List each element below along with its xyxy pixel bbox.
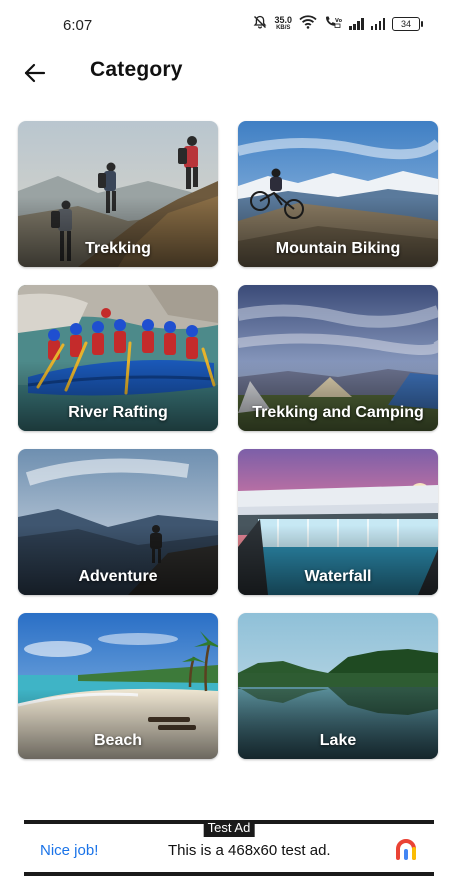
- category-card-lake[interactable]: Lake: [238, 613, 438, 759]
- category-card-trekking-and-camping[interactable]: Trekking and Camping: [238, 285, 438, 431]
- app-bar: Category: [0, 48, 458, 98]
- ad-body: This is a 468x60 test ad.: [168, 842, 331, 859]
- arrow-left-icon: [24, 63, 46, 83]
- network-speed-unit: KB/S: [276, 25, 291, 31]
- mute-bell-icon: [253, 15, 267, 33]
- category-label: Adventure: [78, 568, 158, 585]
- ad-choices-icon[interactable]: [394, 838, 418, 862]
- category-label: Lake: [319, 732, 357, 749]
- signal-icon-sim2: [370, 18, 385, 30]
- category-label: Waterfall: [304, 568, 372, 585]
- battery-level: 34: [400, 19, 411, 29]
- status-bar: 6:07 35.0 KB/S Vo 34: [0, 0, 458, 48]
- network-speed: 35.0 KB/S: [274, 16, 292, 32]
- category-label: Trekking and Camping: [252, 404, 424, 421]
- category-grid: Trekking Mountain Biking River Rafting T…: [18, 121, 438, 759]
- status-icons: 35.0 KB/S Vo 34: [253, 15, 423, 33]
- signal-icon-sim1: [349, 18, 364, 30]
- category-label: Trekking: [85, 240, 151, 257]
- battery-icon: 34: [392, 17, 423, 31]
- ad-headline[interactable]: Nice job!: [40, 842, 98, 859]
- ad-banner[interactable]: Test Ad Nice job! This is a 468x60 test …: [24, 820, 434, 876]
- ad-tag: Test Ad: [203, 820, 255, 837]
- network-speed-value: 35.0: [274, 15, 292, 25]
- svg-text:Vo: Vo: [335, 18, 342, 24]
- wifi-calling-icon: Vo: [324, 15, 343, 33]
- wifi-icon: [299, 15, 317, 33]
- back-button[interactable]: [20, 58, 50, 88]
- category-card-river-rafting[interactable]: River Rafting: [18, 285, 218, 431]
- category-label: Mountain Biking: [275, 240, 401, 257]
- category-card-mountain-biking[interactable]: Mountain Biking: [238, 121, 438, 267]
- category-label: Beach: [93, 732, 143, 749]
- category-label: River Rafting: [68, 404, 168, 421]
- category-card-adventure[interactable]: Adventure: [18, 449, 218, 595]
- status-time: 6:07: [63, 17, 93, 34]
- category-card-waterfall[interactable]: Waterfall: [238, 449, 438, 595]
- category-card-trekking[interactable]: Trekking: [18, 121, 218, 267]
- category-card-beach[interactable]: Beach: [18, 613, 218, 759]
- page-title: Category: [90, 58, 183, 81]
